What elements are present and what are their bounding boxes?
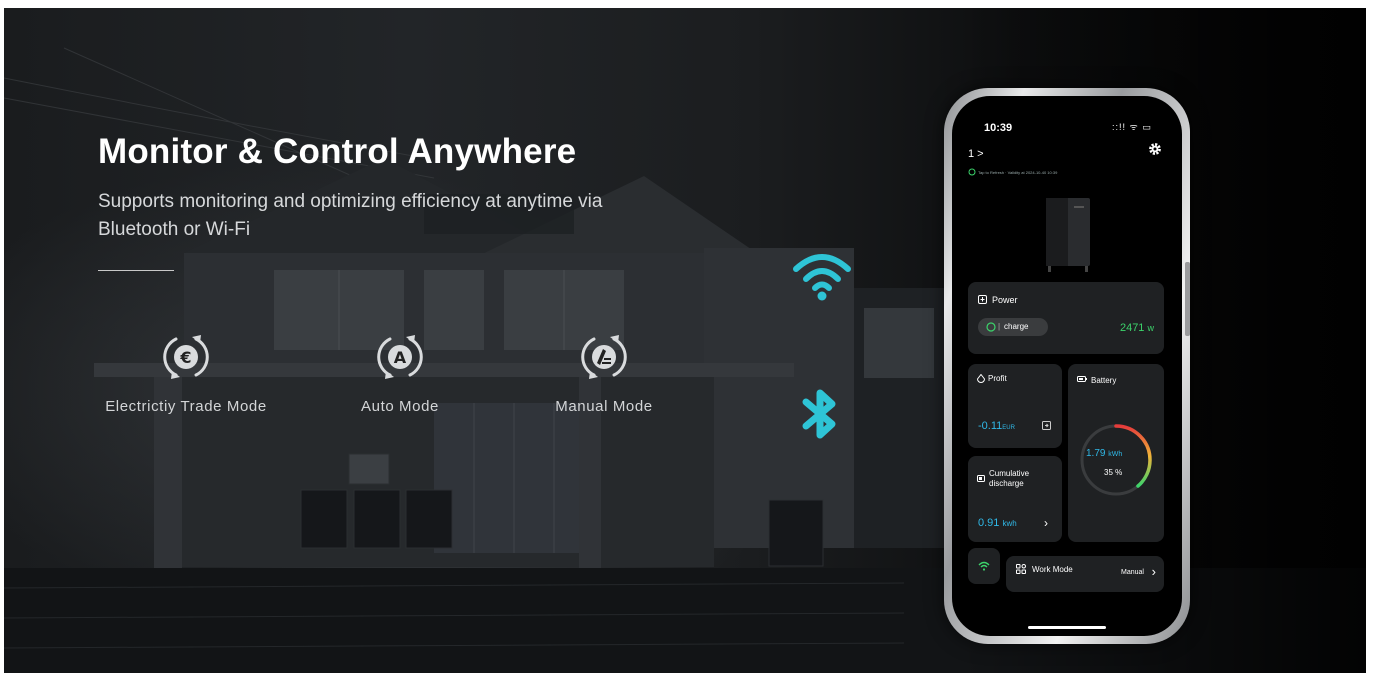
svg-text:€: € [179,348,191,367]
wifi-status-card[interactable] [968,548,1000,584]
bluetooth-icon [802,389,836,439]
profit-icon [977,374,985,383]
mode-electricity-trade: € Electrictiy Trade Mode [96,332,276,415]
work-mode-icon [1016,564,1026,574]
wifi-status-icon [978,561,990,571]
work-mode-row[interactable]: Work Mode Manual › [1006,556,1164,592]
battery-title: Battery [1091,376,1117,385]
battery-gauge [1080,424,1152,496]
cumulative-title: Cumulative discharge [989,469,1030,488]
profit-title: Profit [988,374,1007,383]
battery-unit-image [1046,198,1090,272]
discharge-icon [977,475,985,482]
manual-cycle-icon [581,335,627,379]
charge-state-label: charge [1004,322,1029,331]
power-value: 2471 w [1119,322,1154,334]
hero-subtitle: Supports monitoring and optimizing effic… [98,191,603,240]
mode-manual: Manual Mode [534,332,674,415]
work-mode-label: Work Mode [1032,565,1073,574]
mode-label: Manual Mode [555,398,653,415]
device-selector[interactable]: 1 > [968,148,984,160]
phone-side-button [1185,262,1190,336]
auto-cycle-icon: A [377,335,423,379]
battery-energy: 1.79 kWh [1086,448,1123,459]
export-icon[interactable] [1042,421,1051,430]
charge-state-pill: | charge [978,318,1048,336]
chevron-right-icon[interactable]: › [1152,564,1156,579]
hero-title: Monitor & Control Anywhere [98,132,577,171]
status-time: 10:39 [984,122,1013,134]
home-indicator [1028,626,1106,629]
profit-value: -0.11EUR [978,420,1015,432]
battery-card[interactable]: Battery 1.79 kWh 35 % [1068,364,1164,542]
gear-icon[interactable] [1148,142,1162,156]
work-mode-value: Manual [1121,569,1144,576]
battery-icon [1077,376,1087,382]
status-icons: ::!! ᯤ ▭ [1112,122,1152,132]
power-title: Power [992,295,1018,305]
battery-percent: 35 % [1104,468,1123,477]
chevron-right-icon[interactable]: › [1044,516,1048,530]
power-icon [978,295,987,304]
profit-card[interactable]: Profit -0.11EUR [968,364,1062,448]
mode-label: Auto Mode [361,398,439,415]
svg-text:A: A [394,348,407,367]
refresh-icon [968,168,976,176]
phone-screen: 10:39 ::!! ᯤ ▭ 1 > Tap to Refresh · Vali… [952,96,1182,636]
mode-auto: A Auto Mode [330,332,470,415]
wifi-icon [793,254,851,301]
mode-label: Electrictiy Trade Mode [105,398,267,415]
euro-cycle-icon: € [163,335,209,379]
refresh-status-text: Tap to Refresh · Validity at 2024-10-40 … [978,170,1058,175]
divider [98,270,174,271]
cumulative-discharge-card[interactable]: Cumulative discharge 0.91 kwh › [968,456,1062,542]
cumulative-value: 0.91 kwh [978,517,1017,529]
power-card[interactable]: Power | charge 2471 w [968,282,1164,354]
